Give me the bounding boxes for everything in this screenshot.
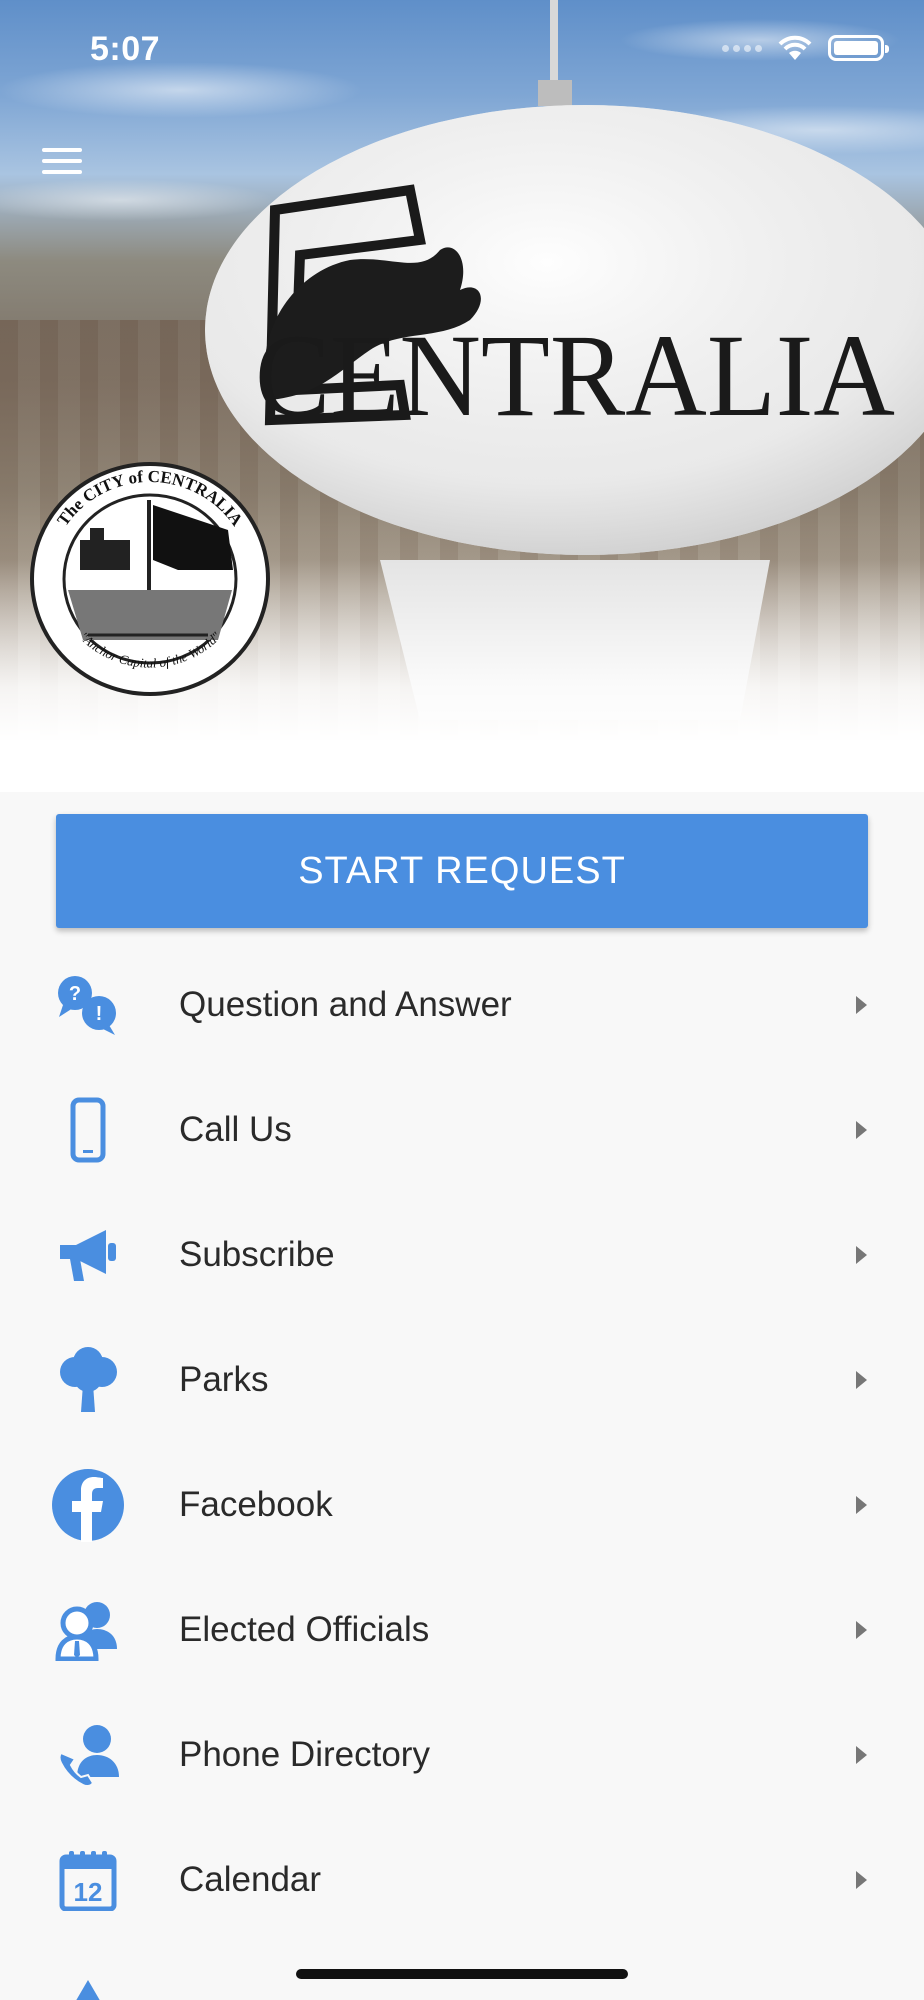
svg-text:!: ! xyxy=(96,1003,103,1025)
list-item-phone-directory[interactable]: Phone Directory xyxy=(0,1692,924,1817)
question-answer-icon: ? ! xyxy=(50,967,126,1043)
calendar-icon: 12 xyxy=(50,1842,126,1918)
svg-text:12: 12 xyxy=(74,1877,103,1907)
tree-icon xyxy=(50,1342,126,1418)
contact-phone-icon xyxy=(50,1717,126,1793)
list-item-parks[interactable]: Parks xyxy=(0,1317,924,1442)
list-item-calendar[interactable]: 12 Calendar xyxy=(0,1817,924,1942)
home-indicator[interactable] xyxy=(296,1969,628,1979)
list-item-label: Parks xyxy=(179,1359,269,1399)
chevron-right-icon xyxy=(856,995,867,1014)
list-item-label: Question and Answer xyxy=(179,984,512,1024)
svg-text:?: ? xyxy=(69,983,81,1005)
list-item-label: Subscribe xyxy=(179,1234,335,1274)
chevron-right-icon xyxy=(856,1745,867,1764)
battery-icon xyxy=(828,35,889,61)
people-icon xyxy=(50,1592,126,1668)
menu-list: ? ! Question and Answer Call Us Subscrib… xyxy=(0,942,924,1942)
hamburger-menu-icon[interactable] xyxy=(38,144,88,180)
chevron-right-icon xyxy=(856,1370,867,1389)
list-item-label: Call Us xyxy=(179,1109,292,1149)
mobile-phone-icon xyxy=(50,1092,126,1168)
start-request-button[interactable]: START REQUEST xyxy=(56,814,868,928)
cellular-signal-icon xyxy=(722,44,762,52)
chevron-right-icon xyxy=(856,1245,867,1264)
next-item-partial-icon xyxy=(74,1980,102,2000)
megaphone-icon xyxy=(50,1217,126,1293)
list-item-call-us[interactable]: Call Us xyxy=(0,1067,924,1192)
status-indicators xyxy=(722,34,889,62)
list-item-label: Facebook xyxy=(179,1484,333,1524)
list-item-label: Phone Directory xyxy=(179,1734,430,1774)
list-item-facebook[interactable]: Facebook xyxy=(0,1442,924,1567)
chevron-right-icon xyxy=(856,1495,867,1514)
list-item-subscribe[interactable]: Subscribe xyxy=(0,1192,924,1317)
status-time: 5:07 xyxy=(90,30,161,68)
chevron-right-icon xyxy=(856,1870,867,1889)
list-item-label: Elected Officials xyxy=(179,1609,430,1649)
header-image: CENTRALIA The CITY of CENTRALIA "Anchor … xyxy=(0,0,924,792)
list-item-question-and-answer[interactable]: ? ! Question and Answer xyxy=(0,942,924,1067)
chevron-right-icon xyxy=(856,1620,867,1639)
city-seal-logo: The CITY of CENTRALIA "Anchor Capital of… xyxy=(30,462,270,696)
main-content: START REQUEST ? ! Question and Answer Ca… xyxy=(0,792,924,2000)
list-item-elected-officials[interactable]: Elected Officials xyxy=(0,1567,924,1692)
facebook-icon xyxy=(50,1467,126,1543)
list-item-label: Calendar xyxy=(179,1859,322,1899)
tower-text: CENTRALIA xyxy=(255,310,895,441)
wifi-icon xyxy=(778,35,812,60)
chevron-right-icon xyxy=(856,1120,867,1139)
